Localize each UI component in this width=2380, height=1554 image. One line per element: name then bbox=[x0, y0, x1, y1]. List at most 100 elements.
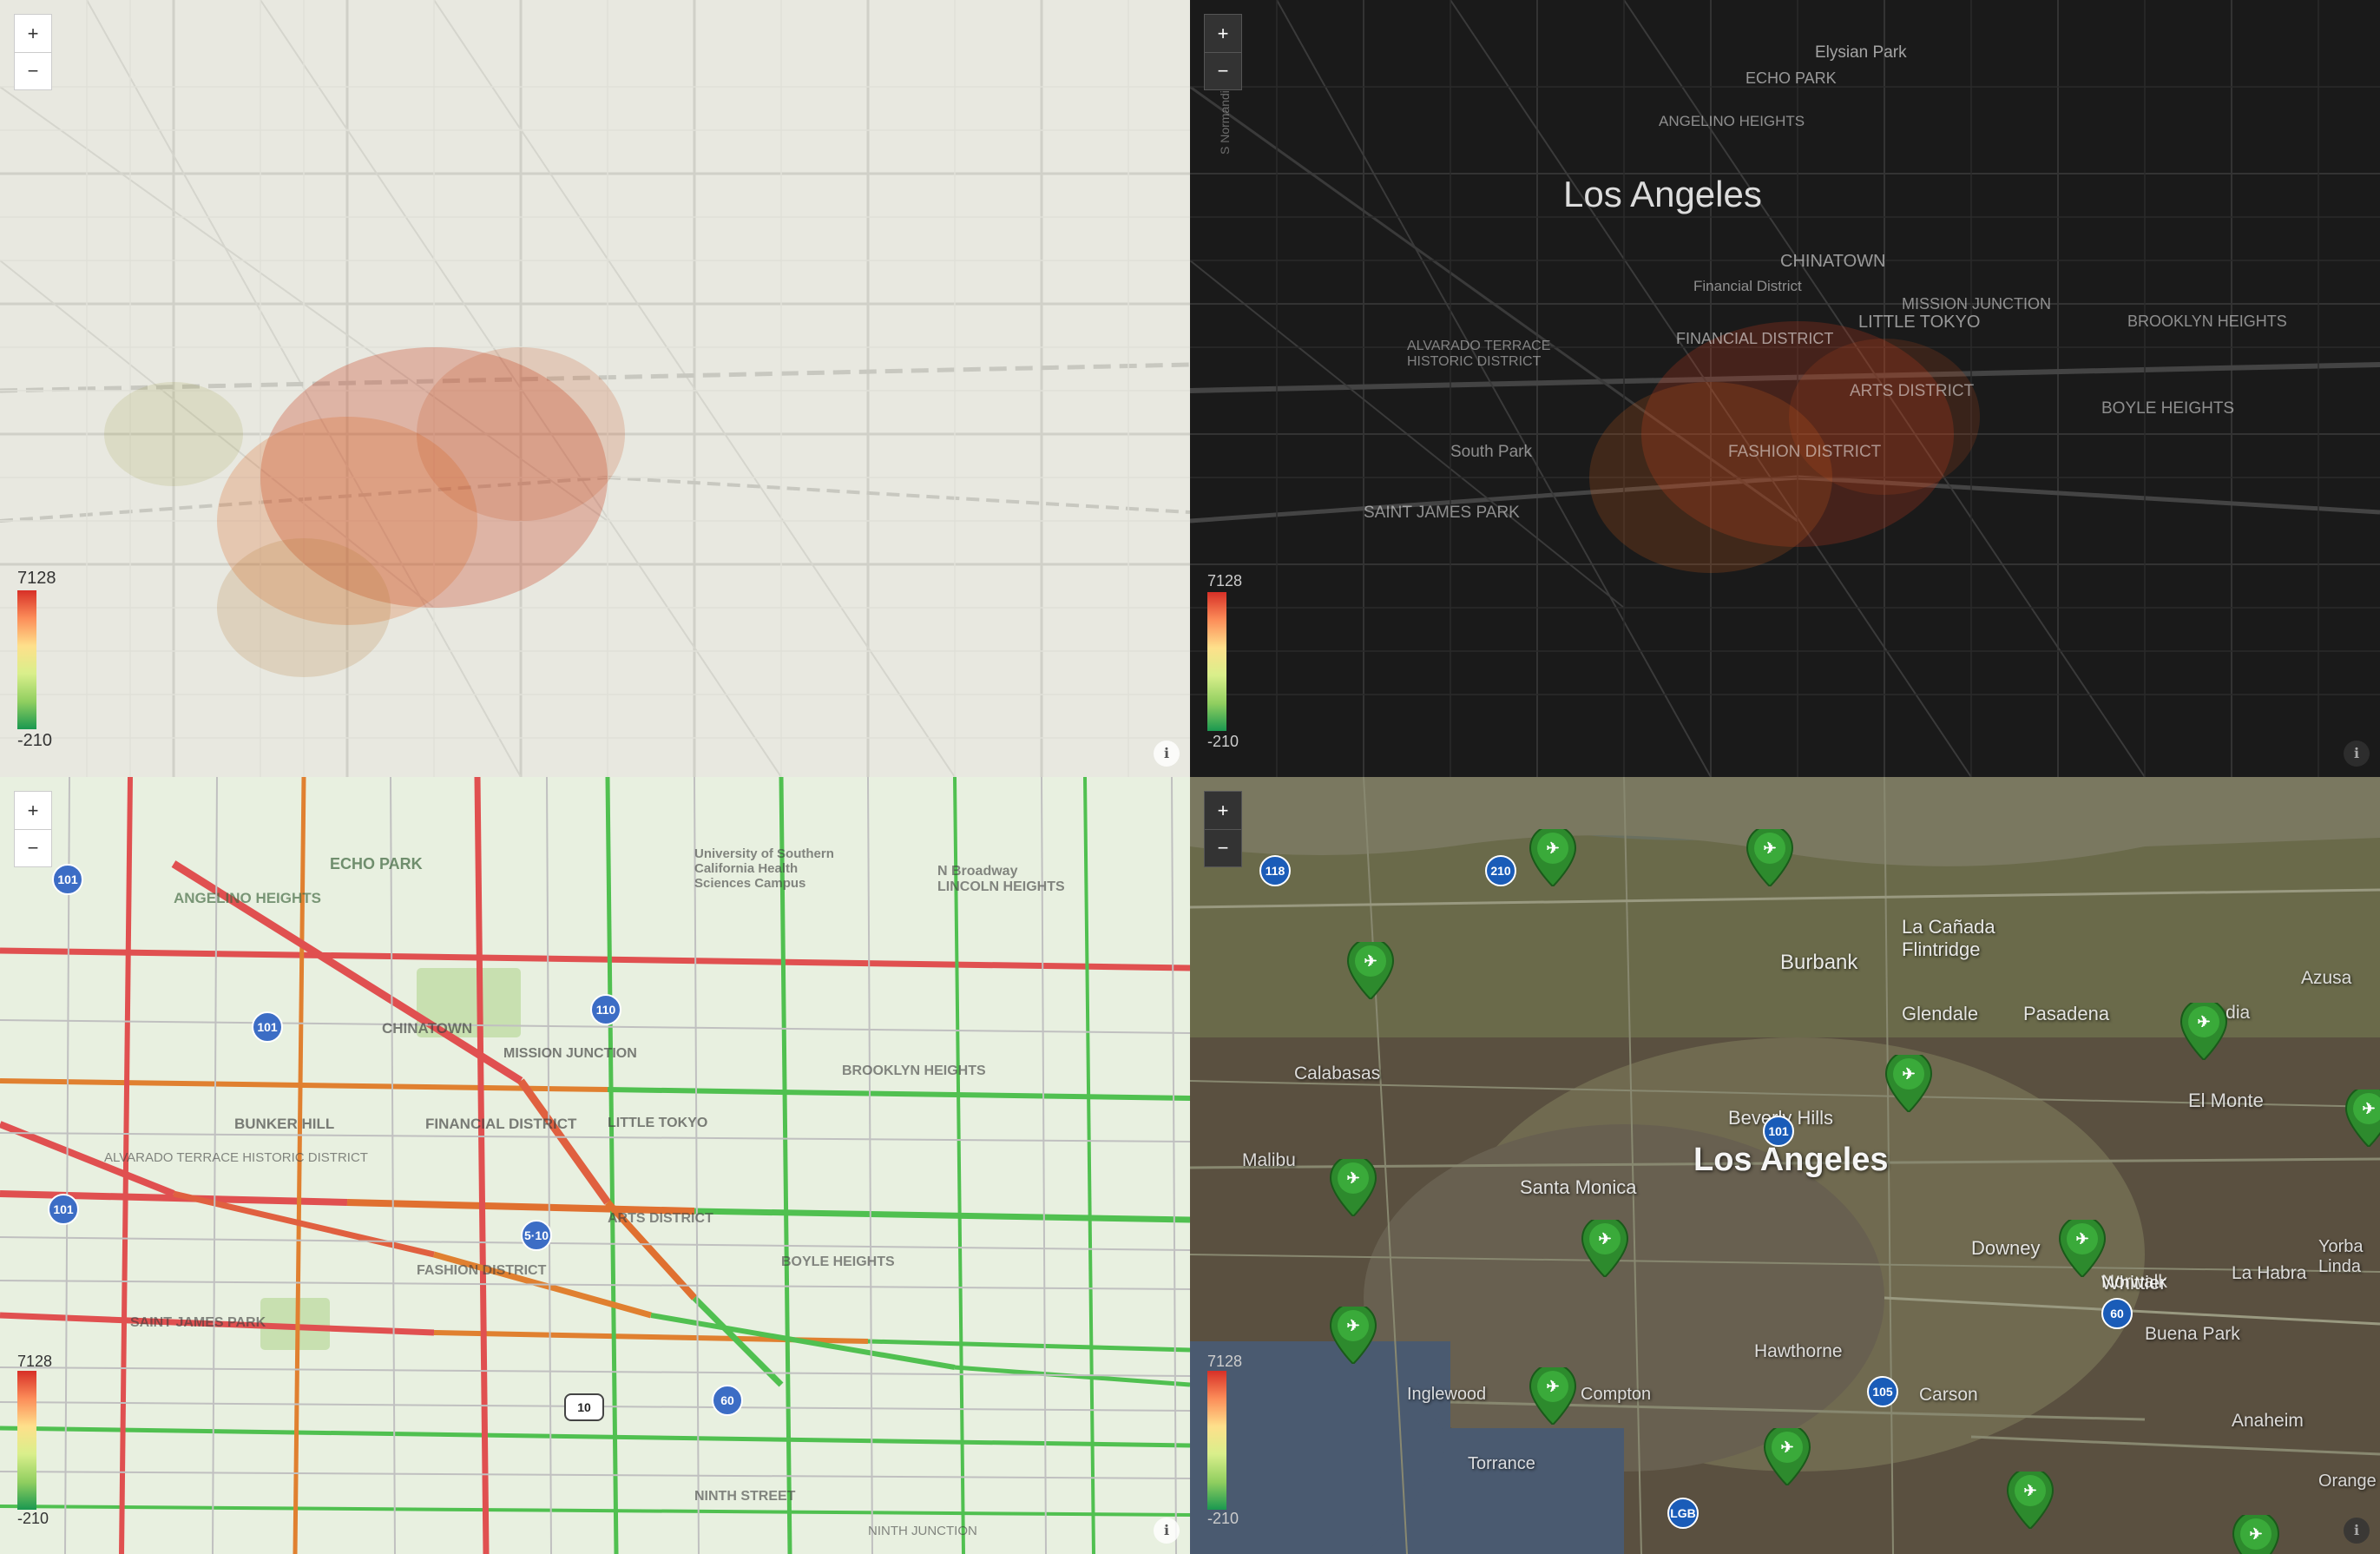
zoom-controls-tl: + − bbox=[14, 14, 52, 90]
malibu-br: Malibu bbox=[1242, 1150, 1296, 1171]
hawthorne-br: Hawthorne bbox=[1754, 1341, 1843, 1362]
calabasas-br: Calabasas bbox=[1294, 1063, 1380, 1084]
la-label-tr: Los Angeles bbox=[1563, 174, 1762, 215]
anaheim-br: Anaheim bbox=[2232, 1411, 2304, 1432]
svg-text:✈: ✈ bbox=[2023, 1482, 2036, 1499]
south-park-tr: South Park bbox=[1450, 443, 1532, 462]
shield-510-bl: 5·10 bbox=[521, 1220, 552, 1251]
airport-marker-12: ✈ bbox=[2006, 1472, 2055, 1529]
torrance-br: Torrance bbox=[1468, 1454, 1535, 1474]
info-btn-bl[interactable]: ℹ bbox=[1154, 1518, 1180, 1544]
legend-max-tl: 7128 bbox=[17, 569, 56, 589]
shield-60-br: 60 bbox=[2101, 1298, 2133, 1329]
svg-text:✈: ✈ bbox=[2362, 1100, 2375, 1117]
el-monte-br: El Monte bbox=[2188, 1090, 2264, 1112]
airport-marker-10: ✈ bbox=[1529, 1367, 1577, 1425]
legend-min-tl: -210 bbox=[17, 731, 52, 751]
boyle-bl: BOYLE HEIGHTS bbox=[781, 1254, 895, 1270]
airport-marker-11: ✈ bbox=[1763, 1428, 1811, 1485]
angelino-bl: ANGELINO HEIGHTS bbox=[174, 890, 321, 907]
shield-118-br: 118 bbox=[1259, 855, 1291, 886]
n-broadway-bl: N BroadwayLINCOLN HEIGHTS bbox=[937, 864, 1065, 895]
little-tokyo-bl: LITTLE TOKYO bbox=[608, 1116, 707, 1131]
zoom-in-btn-tl[interactable]: + bbox=[14, 14, 52, 52]
legend-bar-br bbox=[1207, 1371, 1226, 1510]
mission-bl: MISSION JUNCTION bbox=[503, 1046, 637, 1062]
airport-marker-8: ✈ bbox=[2058, 1220, 2107, 1277]
zoom-controls-tr: + − bbox=[1204, 14, 1242, 90]
airport-marker-2: ✈ bbox=[1746, 829, 1794, 886]
chinatown-bl: CHINATOWN bbox=[382, 1020, 472, 1037]
shield-105-br: 105 bbox=[1867, 1376, 1898, 1407]
shield-10-bl: 10 bbox=[564, 1393, 604, 1421]
carson-br: Carson bbox=[1919, 1385, 1978, 1406]
zoom-out-btn-tl[interactable]: − bbox=[14, 52, 52, 90]
svg-text:✈: ✈ bbox=[1763, 840, 1776, 857]
norwalk-br: Norwalk bbox=[2101, 1272, 2167, 1293]
legend-br: 7128 -210 bbox=[1207, 1353, 1242, 1528]
shield-110-bl: 110 bbox=[590, 994, 621, 1025]
financial-dist-tr: FINANCIAL DISTRICT bbox=[1676, 330, 1833, 348]
financial-dist-label-tr: Financial District bbox=[1693, 278, 1802, 295]
inglewood-br: Inglewood bbox=[1407, 1385, 1486, 1405]
svg-text:✈: ✈ bbox=[1346, 1317, 1359, 1334]
airport-marker-4: ✈ bbox=[2179, 1003, 2228, 1060]
legend-min-bl: -210 bbox=[17, 1510, 49, 1528]
alvarado-tr: ALVARADO TERRACEHISTORIC DISTRICT bbox=[1407, 339, 1550, 370]
financial-bl: FINANCIAL DISTRICT bbox=[425, 1116, 576, 1133]
zoom-in-btn-br[interactable]: + bbox=[1204, 791, 1242, 829]
svg-text:✈: ✈ bbox=[1546, 840, 1559, 857]
saint-james-bl: SAINT JAMES PARK bbox=[130, 1315, 266, 1331]
airport-marker-13: ✈ bbox=[2232, 1515, 2280, 1554]
zoom-controls-br: + − bbox=[1204, 791, 1242, 867]
zoom-out-btn-tr[interactable]: − bbox=[1204, 52, 1242, 90]
zoom-out-btn-bl[interactable]: − bbox=[14, 829, 52, 867]
echo-park-bl: ECHO PARK bbox=[330, 855, 423, 873]
airport-marker-9: ✈ bbox=[1329, 1307, 1377, 1364]
pasadena-br: Pasadena bbox=[2023, 1003, 2109, 1025]
alvarado-bl: ALVARADO TERRACE HISTORIC DISTRICT bbox=[104, 1150, 368, 1165]
svg-text:✈: ✈ bbox=[2197, 1013, 2210, 1031]
airport-marker-3: ✈ bbox=[1346, 942, 1395, 999]
legend-bar-bl bbox=[17, 1371, 36, 1510]
info-btn-br[interactable]: ℹ bbox=[2344, 1518, 2370, 1544]
legend-bl: 7128 -210 bbox=[17, 1353, 52, 1528]
legend-bar-tr bbox=[1207, 592, 1226, 731]
bunker-hill-bl: BUNKER HILL bbox=[234, 1116, 334, 1133]
shield-60-bl: 60 bbox=[712, 1385, 743, 1416]
la-label-br: Los Angeles bbox=[1693, 1142, 1889, 1179]
svg-text:✈: ✈ bbox=[1902, 1065, 1915, 1083]
info-btn-tl[interactable]: ℹ bbox=[1154, 741, 1180, 767]
panel-top-left: + − 7128 -210 ℹ bbox=[0, 0, 1190, 777]
boyle-heights-tr: BOYLE HEIGHTS bbox=[2101, 399, 2234, 418]
little-tokyo-tr: LITTLE TOKYO bbox=[1858, 313, 1980, 333]
fashion-dist-tr: FASHION DISTRICT bbox=[1728, 443, 1881, 462]
ninth-street-bl: NINTH STREET bbox=[694, 1489, 795, 1505]
panel-bottom-left: ECHO PARK ANGELINO HEIGHTS CHINATOWN MIS… bbox=[0, 777, 1190, 1554]
compton-br: Compton bbox=[1581, 1385, 1651, 1405]
ninth-junction-bl: NINTH JUNCTION bbox=[868, 1524, 977, 1538]
svg-text:✈: ✈ bbox=[2249, 1525, 2262, 1543]
legend-min-br: -210 bbox=[1207, 1510, 1239, 1528]
legend-max-bl: 7128 bbox=[17, 1353, 52, 1371]
svg-text:✈: ✈ bbox=[1364, 952, 1377, 970]
la-habra-br: La Habra bbox=[2232, 1263, 2306, 1284]
zoom-out-btn-br[interactable]: − bbox=[1204, 829, 1242, 867]
airport-marker-5: ✈ bbox=[1884, 1055, 1933, 1112]
zoom-controls-bl: + − bbox=[14, 791, 52, 867]
burbank-br: Burbank bbox=[1780, 951, 1857, 975]
shield-101-bl: 101 bbox=[48, 1194, 79, 1225]
shield-101-br: 101 bbox=[1763, 1116, 1794, 1147]
legend-tl: 7128 -210 bbox=[17, 569, 56, 751]
santa-monica-br: Santa Monica bbox=[1520, 1176, 1637, 1199]
downey-br: Downey bbox=[1971, 1237, 2040, 1260]
svg-text:✈: ✈ bbox=[1780, 1439, 1793, 1456]
chinatown-tr: CHINATOWN bbox=[1780, 252, 1885, 272]
legend-max-tr: 7128 bbox=[1207, 572, 1242, 590]
zoom-in-btn-tr[interactable]: + bbox=[1204, 14, 1242, 52]
zoom-in-btn-bl[interactable]: + bbox=[14, 791, 52, 829]
info-btn-tr[interactable]: ℹ bbox=[2344, 741, 2370, 767]
airport-marker-7: ✈ bbox=[1581, 1220, 1629, 1277]
svg-text:✈: ✈ bbox=[1546, 1378, 1559, 1395]
svg-text:✈: ✈ bbox=[1346, 1169, 1359, 1187]
